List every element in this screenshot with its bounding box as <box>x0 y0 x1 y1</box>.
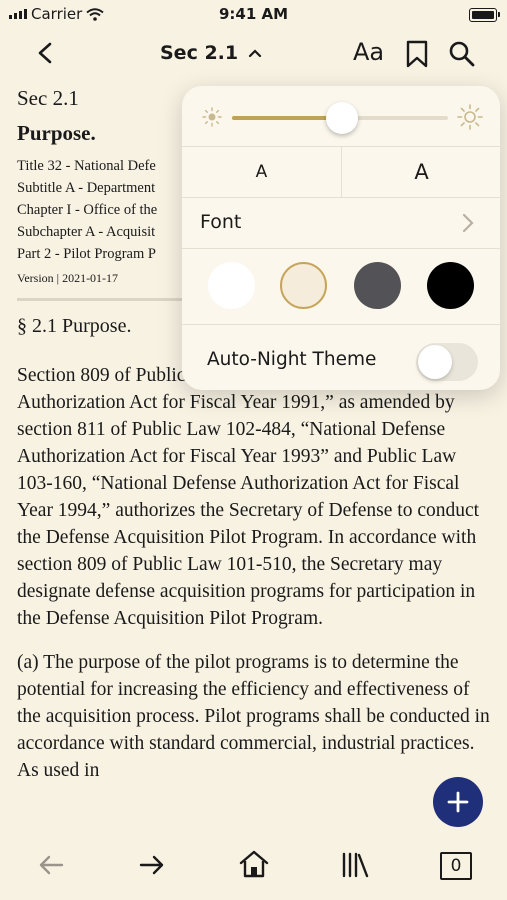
brightness-low-icon <box>202 107 222 127</box>
text-size-row: A A <box>182 147 500 198</box>
auto-night-toggle[interactable] <box>416 343 478 381</box>
status-bar: Carrier 9:41 AM <box>0 0 507 30</box>
theme-row <box>182 249 500 325</box>
theme-sepia-swatch[interactable] <box>280 262 327 309</box>
brightness-row <box>182 86 500 147</box>
toggle-knob <box>418 345 452 379</box>
section-title-button[interactable]: Sec 2.1 <box>160 42 262 64</box>
chevron-up-icon <box>249 49 262 58</box>
paragraph: Section 809 of Public Law 101-510, “Nati… <box>17 365 480 629</box>
paragraph: (a) The purpose of the pilot programs is… <box>17 652 490 781</box>
forward-arrow-icon[interactable] <box>138 850 166 880</box>
battery-icon <box>469 8 500 22</box>
brightness-fill <box>232 116 340 120</box>
back-arrow-icon[interactable] <box>37 850 65 880</box>
plus-icon <box>447 791 469 813</box>
brightness-slider-thumb[interactable] <box>326 102 358 134</box>
tabs-button[interactable]: 0 <box>440 852 472 880</box>
status-time: 9:41 AM <box>218 5 289 23</box>
font-label: Font <box>200 211 242 233</box>
theme-gray-swatch[interactable] <box>354 262 401 309</box>
decrease-text-size-button[interactable]: A <box>182 147 342 197</box>
bottom-toolbar: 0 <box>0 838 507 900</box>
increase-text-size-button[interactable]: A <box>342 147 500 197</box>
auto-night-row: Auto-Night Theme <box>182 325 500 390</box>
theme-black-swatch[interactable] <box>427 262 474 309</box>
add-fab-button[interactable] <box>433 777 483 827</box>
text-settings-popover: A A Font Auto-Night Theme <box>182 86 500 390</box>
nav-bar: Sec 2.1 Aa <box>0 30 507 78</box>
auto-night-label: Auto-Night Theme <box>207 349 377 370</box>
theme-white-swatch[interactable] <box>208 262 255 309</box>
chevron-right-icon <box>462 213 474 233</box>
font-row[interactable]: Font <box>182 198 500 249</box>
library-icon[interactable] <box>340 850 370 880</box>
search-icon[interactable] <box>448 40 476 68</box>
divider <box>17 298 187 301</box>
back-chevron-icon[interactable] <box>30 38 60 68</box>
bookmark-icon[interactable] <box>405 40 429 68</box>
text-settings-button[interactable]: Aa <box>353 38 384 66</box>
brightness-high-icon <box>457 104 483 130</box>
home-icon[interactable] <box>238 848 270 880</box>
nav-title: Sec 2.1 <box>160 42 239 64</box>
